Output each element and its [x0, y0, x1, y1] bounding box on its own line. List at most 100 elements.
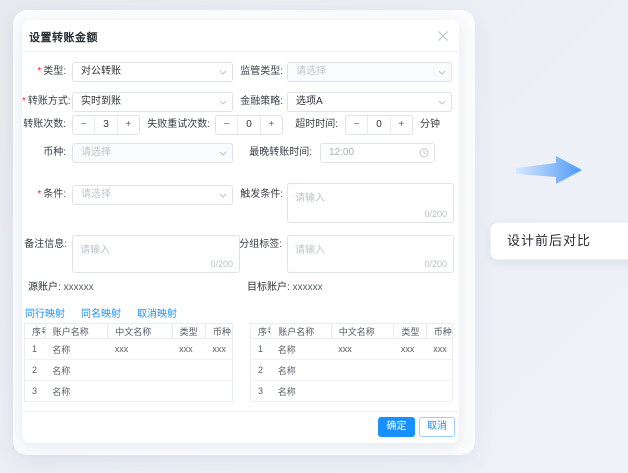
- cell-type: [394, 381, 426, 402]
- map-link-cancel[interactable]: 取消映射: [137, 305, 177, 320]
- minus-button[interactable]: −: [216, 116, 237, 134]
- regulation-type-select[interactable]: 请选择: [287, 62, 452, 82]
- cell-chinese-name: xxx: [108, 339, 172, 360]
- currency-select-placeholder: 请选择: [81, 147, 111, 158]
- source-account-table: 序号 账户名称 中文名称 类型 币种 1 名称 xxx xxx xxx 2 名称: [24, 323, 233, 402]
- condition-label: *条件:: [22, 185, 66, 205]
- table-row: 3 名称: [251, 381, 453, 402]
- transfer-count-label: 转账次数:: [22, 115, 66, 135]
- cell-currency: [205, 360, 232, 381]
- remark-placeholder: 请输入: [80, 245, 110, 256]
- col-account-name: 账户名称: [271, 324, 332, 339]
- cell-account-name: 名称: [271, 381, 332, 402]
- trigger-condition-placeholder: 请输入: [295, 193, 325, 204]
- currency-label: 币种:: [22, 143, 66, 163]
- clock-icon: [419, 148, 429, 158]
- trigger-condition-textarea[interactable]: 请输入 0/200: [287, 183, 454, 223]
- compare-label-card: 设计前后对比: [490, 222, 628, 260]
- timeout-stepper: − 0 +: [345, 115, 413, 135]
- cell-account-name: 名称: [271, 339, 332, 360]
- group-tag-label: 分组标签:: [217, 239, 282, 251]
- page-background: 设置转账金额 *类型: 对公转账 监管类型: 请选择 *转账方式: 实时到账 金…: [0, 0, 628, 473]
- dialog-header: 设置转账金额: [22, 20, 459, 52]
- retry-count-input[interactable]: 0: [237, 116, 259, 134]
- transfer-method-value: 实时到账: [81, 96, 121, 107]
- trigger-condition-label: 触发条件:: [217, 185, 283, 205]
- col-type: 类型: [394, 324, 426, 339]
- target-account-value: xxxxxx: [293, 282, 323, 293]
- col-currency: 币种: [205, 324, 232, 339]
- required-mark: *: [37, 66, 41, 77]
- chevron-down-icon: [438, 70, 446, 75]
- retry-count-label: 失败重试次数:: [130, 115, 210, 135]
- remark-label: 备注信息:: [22, 239, 67, 251]
- cell-currency: [205, 381, 232, 402]
- condition-select-placeholder: 请选择: [81, 189, 111, 200]
- close-icon[interactable]: [436, 29, 450, 43]
- map-link-same-name[interactable]: 同名映射: [81, 305, 121, 320]
- cell-type: xxx: [172, 339, 205, 360]
- col-type: 类型: [172, 324, 205, 339]
- col-chinese-name: 中文名称: [331, 324, 394, 339]
- latest-transfer-time-value: 12:00: [329, 147, 354, 158]
- cell-account-name: 名称: [45, 381, 107, 402]
- col-chinese-name: 中文名称: [108, 324, 172, 339]
- cell-chinese-name: [108, 360, 172, 381]
- timeout-input[interactable]: 0: [367, 116, 389, 134]
- latest-transfer-time-input[interactable]: 12:00: [320, 143, 435, 163]
- remark-textarea[interactable]: 请输入 0/200: [72, 235, 240, 273]
- col-index: 序号: [251, 324, 271, 339]
- table-row: 2 名称: [251, 360, 453, 381]
- char-counter: 0/200: [424, 209, 447, 219]
- cell-chinese-name: [331, 381, 394, 402]
- cell-type: [394, 360, 426, 381]
- type-label: *类型:: [22, 62, 66, 82]
- source-account-value: xxxxxx: [64, 282, 94, 293]
- minus-button[interactable]: −: [346, 116, 367, 134]
- cell-currency: xxx: [205, 339, 232, 360]
- target-account-label: 目标账户:: [247, 282, 290, 293]
- col-index: 序号: [25, 324, 46, 339]
- regulation-type-label: 监管类型:: [217, 62, 283, 82]
- cell-currency: [426, 381, 452, 402]
- cell-chinese-name: xxx: [331, 339, 394, 360]
- cell-index: 1: [251, 339, 271, 360]
- timeout-unit-label: 分钟: [420, 115, 440, 135]
- source-account: 源账户: xxxxxx: [28, 282, 94, 294]
- finance-strategy-select[interactable]: 选项A: [287, 92, 452, 112]
- plus-button[interactable]: +: [390, 116, 412, 134]
- transfer-method-select[interactable]: 实时到账: [72, 92, 233, 112]
- cell-type: [172, 360, 205, 381]
- regulation-select-placeholder: 请选择: [296, 66, 326, 77]
- cancel-button[interactable]: 取消: [419, 417, 455, 437]
- mapping-links: 同行映射 同名映射 取消映射: [25, 305, 177, 320]
- dialog-footer: 确定 取消: [22, 411, 459, 443]
- map-link-same-bank[interactable]: 同行映射: [25, 305, 65, 320]
- table-row: 3 名称: [25, 381, 233, 402]
- cell-currency: xxx: [426, 339, 452, 360]
- cell-account-name: 名称: [45, 360, 107, 381]
- target-account-table: 序号 账户名称 中文名称 类型 币种 1 名称 xxx xxx xxx 2 名称: [250, 323, 453, 402]
- type-select-value: 对公转账: [81, 66, 121, 77]
- table-row: 1 名称 xxx xxx xxx: [25, 339, 233, 360]
- group-tag-textarea[interactable]: 请输入 0/200: [287, 235, 454, 273]
- compare-arrow-icon: [516, 151, 586, 189]
- table-header-row: 序号 账户名称 中文名称 类型 币种: [25, 324, 233, 339]
- cell-index: 1: [25, 339, 46, 360]
- cell-index: 3: [25, 381, 46, 402]
- compare-label: 设计前后对比: [507, 233, 591, 248]
- minus-button[interactable]: −: [73, 116, 94, 134]
- transfer-count-input[interactable]: 3: [94, 116, 116, 134]
- condition-select[interactable]: 请选择: [72, 185, 233, 205]
- required-mark: *: [37, 189, 41, 200]
- confirm-button[interactable]: 确定: [378, 417, 415, 437]
- group-tag-placeholder: 请输入: [295, 245, 325, 256]
- currency-select[interactable]: 请选择: [72, 143, 233, 163]
- cell-chinese-name: [331, 360, 394, 381]
- type-select[interactable]: 对公转账: [72, 62, 233, 82]
- cell-account-name: 名称: [271, 360, 332, 381]
- cell-currency: [426, 360, 452, 381]
- cell-type: [172, 381, 205, 402]
- chevron-down-icon: [438, 100, 446, 105]
- table-row: 1 名称 xxx xxx xxx: [251, 339, 453, 360]
